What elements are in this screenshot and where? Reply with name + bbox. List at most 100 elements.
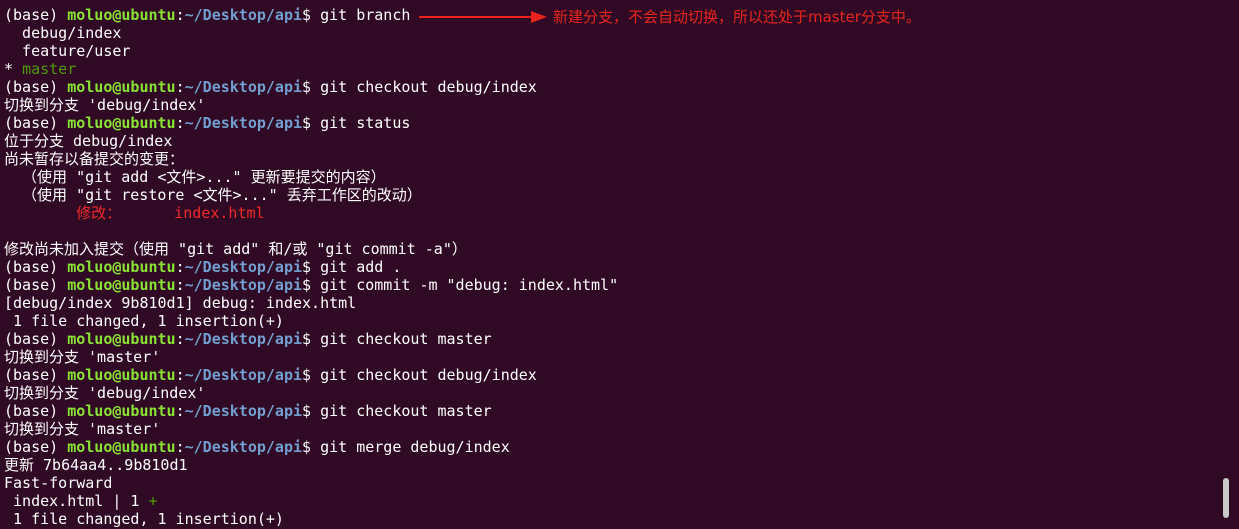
terminal-line: (base) moluo@ubuntu:~/Desktop/api$ git s… — [4, 114, 1215, 132]
prompt-env: (base) — [4, 366, 68, 384]
modified-file: index.html — [174, 204, 265, 222]
diffstat-plus: + — [148, 492, 158, 510]
output-text: [debug/index 9b810d1] debug: index.html — [4, 294, 357, 312]
prompt-colon: : — [175, 78, 185, 96]
terminal-line: * master — [4, 60, 1215, 78]
prompt-dollar: $ — [302, 276, 321, 294]
diffstat-text: index.html | 1 — [4, 492, 149, 510]
output-text: feature/user — [4, 42, 131, 60]
prompt-path: ~/Desktop/api — [184, 258, 303, 276]
terminal-line: (base) moluo@ubuntu:~/Desktop/api$ git c… — [4, 366, 1215, 384]
terminal-line: 更新 7b64aa4..9b810d1 — [4, 456, 1215, 474]
prompt-colon: : — [175, 438, 185, 456]
output-text: 尚未暂存以备提交的变更： — [4, 150, 185, 168]
scrollbar-thumb[interactable] — [1223, 478, 1229, 518]
arrow-icon — [419, 11, 547, 23]
terminal-line: (base) moluo@ubuntu:~/Desktop/api$ git m… — [4, 438, 1215, 456]
prompt-env: (base) — [4, 6, 68, 24]
output-text: 位于分支 debug/index — [4, 132, 173, 150]
prompt-path: ~/Desktop/api — [184, 330, 303, 348]
terminal-output[interactable]: (base) moluo@ubuntu:~/Desktop/api$ git b… — [4, 6, 1215, 528]
terminal-line: index.html | 1 + — [4, 492, 1215, 510]
modified-label: 修改： — [76, 204, 122, 222]
prompt-dollar: $ — [302, 330, 321, 348]
terminal-line: (base) moluo@ubuntu:~/Desktop/api$ git c… — [4, 78, 1215, 96]
prompt-dollar: $ — [302, 258, 321, 276]
prompt-path: ~/Desktop/api — [184, 276, 303, 294]
output-text: 切换到分支 'master' — [4, 348, 161, 366]
prompt-user: moluo@ubuntu — [67, 114, 176, 132]
terminal-line: 修改尚未加入提交（使用 "git add" 和/或 "git commit -a… — [4, 240, 1215, 258]
terminal-line: (base) moluo@ubuntu:~/Desktop/api$ git c… — [4, 276, 1215, 294]
current-marker: * — [4, 60, 23, 78]
terminal-line: 1 file changed, 1 insertion(+) — [4, 510, 1215, 528]
prompt-path: ~/Desktop/api — [184, 6, 303, 24]
output-text: 修改尚未加入提交（使用 "git add" 和/或 "git commit -a… — [4, 240, 467, 258]
terminal-line: （使用 "git add <文件>..." 更新要提交的内容） — [4, 168, 1215, 186]
terminal-line: 尚未暂存以备提交的变更： — [4, 150, 1215, 168]
terminal-line: (base) moluo@ubuntu:~/Desktop/api$ git a… — [4, 258, 1215, 276]
terminal-line: feature/user — [4, 42, 1215, 60]
output-text: （使用 "git add <文件>..." 更新要提交的内容） — [4, 168, 386, 186]
prompt-colon: : — [175, 258, 185, 276]
current-branch: master — [22, 60, 77, 78]
prompt-path: ~/Desktop/api — [184, 402, 303, 420]
prompt-dollar: $ — [302, 366, 321, 384]
prompt-user: moluo@ubuntu — [67, 6, 176, 24]
prompt-env: (base) — [4, 402, 68, 420]
prompt-user: moluo@ubuntu — [67, 438, 176, 456]
command-text: git checkout master — [320, 330, 492, 348]
command-text: git checkout master — [320, 402, 492, 420]
output-text: 1 file changed, 1 insertion(+) — [4, 312, 284, 330]
terminal-line: 切换到分支 'master' — [4, 420, 1215, 438]
prompt-colon: : — [175, 366, 185, 384]
prompt-dollar: $ — [302, 402, 321, 420]
terminal-line: 位于分支 debug/index — [4, 132, 1215, 150]
prompt-env: (base) — [4, 330, 68, 348]
prompt-dollar: $ — [302, 114, 321, 132]
terminal-line: 切换到分支 'debug/index' — [4, 384, 1215, 402]
prompt-path: ~/Desktop/api — [184, 366, 303, 384]
prompt-colon: : — [175, 402, 185, 420]
prompt-user: moluo@ubuntu — [67, 330, 176, 348]
annotation-note: 新建分支，不会自动切换，所以还处于master分支中。 — [553, 8, 921, 26]
prompt-env: (base) — [4, 114, 68, 132]
prompt-env: (base) — [4, 258, 68, 276]
prompt-env: (base) — [4, 78, 68, 96]
command-text: git checkout debug/index — [320, 366, 537, 384]
prompt-dollar: $ — [302, 6, 321, 24]
prompt-user: moluo@ubuntu — [67, 258, 176, 276]
command-text: git merge debug/index — [320, 438, 510, 456]
prompt-dollar: $ — [302, 438, 321, 456]
prompt-path: ~/Desktop/api — [184, 438, 303, 456]
output-text: 更新 7b64aa4..9b810d1 — [4, 456, 188, 474]
prompt-env: (base) — [4, 438, 68, 456]
prompt-colon: : — [175, 6, 185, 24]
terminal-line: 1 file changed, 1 insertion(+) — [4, 312, 1215, 330]
output-text: debug/index — [4, 24, 122, 42]
command-text: git checkout debug/index — [320, 78, 537, 96]
output-text: 切换到分支 'master' — [4, 420, 161, 438]
output-text: 切换到分支 'debug/index' — [4, 96, 206, 114]
command-text: git add . — [320, 258, 402, 276]
terminal-line: [debug/index 9b810d1] debug: index.html — [4, 294, 1215, 312]
prompt-user: moluo@ubuntu — [67, 78, 176, 96]
prompt-user: moluo@ubuntu — [67, 276, 176, 294]
terminal-line: (base) moluo@ubuntu:~/Desktop/api$ git c… — [4, 330, 1215, 348]
output-text: Fast-forward — [4, 474, 113, 492]
prompt-dollar: $ — [302, 78, 321, 96]
terminal-line: 切换到分支 'debug/index' — [4, 96, 1215, 114]
prompt-path: ~/Desktop/api — [184, 114, 303, 132]
prompt-env: (base) — [4, 276, 68, 294]
output-text: （使用 "git restore <文件>..." 丢弃工作区的改动） — [4, 186, 422, 204]
terminal-line: Fast-forward — [4, 474, 1215, 492]
prompt-colon: : — [175, 276, 185, 294]
prompt-colon: : — [175, 330, 185, 348]
terminal-line: （使用 "git restore <文件>..." 丢弃工作区的改动） — [4, 186, 1215, 204]
prompt-user: moluo@ubuntu — [67, 366, 176, 384]
prompt-user: moluo@ubuntu — [67, 402, 176, 420]
command-text: git status — [320, 114, 411, 132]
output-text: 切换到分支 'debug/index' — [4, 384, 206, 402]
output-text: 1 file changed, 1 insertion(+) — [4, 510, 284, 528]
